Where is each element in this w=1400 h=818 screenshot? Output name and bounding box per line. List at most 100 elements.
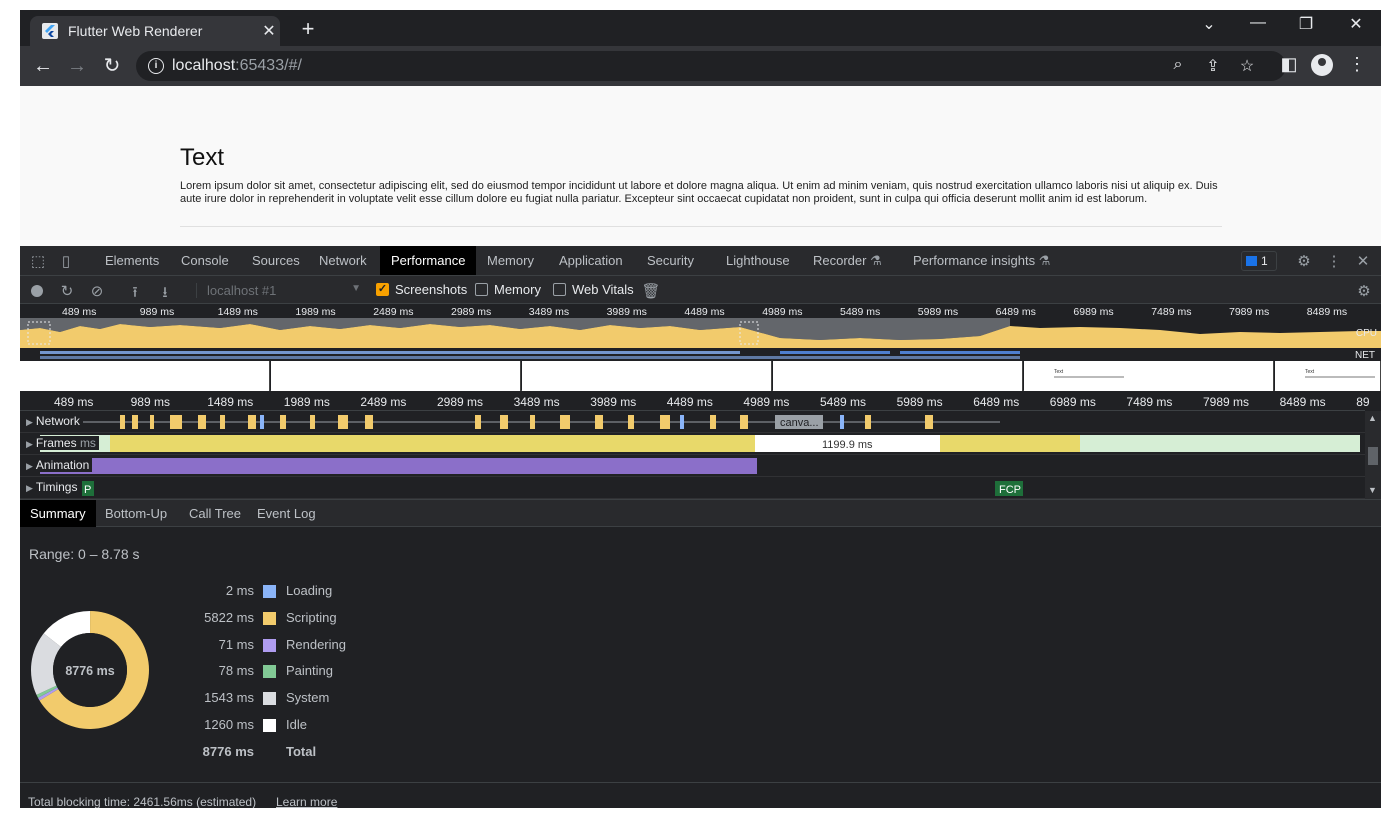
browser-tab[interactable]: Flutter Web Renderer ✕ [30,16,280,46]
overview-tick-label: 7489 ms [1151,306,1192,318]
overview-tick-label: 489 ms [62,306,97,318]
timeline-flamechart[interactable]: 489 ms 989 ms 1489 ms 1989 ms 2489 ms 2989 ms… [20,391,1381,499]
animation-track[interactable]: ▶ Animation [20,455,1365,477]
tab-bottom-up[interactable]: Bottom-Up [95,500,177,527]
summary-value: 1543 ms [204,690,254,706]
reload-profile-icon[interactable]: ↻ [57,282,77,300]
details-tab-bar: Summary Bottom-Up Call Tree Event Log [20,499,1381,527]
frame-duration: 1199.9 ms [822,439,873,451]
summary-category: Loading [286,583,333,598]
reload-button[interactable]: ↻ [100,54,124,78]
web-vitals-checkbox[interactable] [553,283,566,296]
issues-badge[interactable]: 1 [1241,251,1277,271]
inspect-element-icon[interactable]: ⬚ [28,252,48,270]
timing-marker-fcp: FCP [999,484,1021,496]
url-text[interactable]: localhost:65433/#/ [172,57,302,75]
timeline-tick-label: 4489 ms [666,395,713,409]
frames-track-label[interactable]: ▶ Frames ms [26,436,99,450]
tab-performance[interactable]: Performance [380,246,477,275]
animation-track-label[interactable]: ▶ Animation [26,458,93,472]
tab-recorder[interactable]: Recorder ⚗ [802,246,893,275]
tab-call-tree[interactable]: Call Tree [179,500,251,527]
forward-button[interactable]: → [65,54,89,78]
bookmark-star-icon[interactable]: ☆ [1237,56,1257,76]
tab-network[interactable]: Network [308,246,378,275]
tab-security[interactable]: Security [636,246,705,275]
memory-label: Memory [494,282,541,297]
experimental-flask-icon: ⚗ [1035,253,1051,268]
timeline-tick-label: 5989 ms [896,395,943,409]
timeline-overview[interactable]: 489 ms 989 ms 1489 ms 1989 ms 2489 ms 2989 ms… [20,304,1381,391]
timings-bars: P FCP [82,481,1023,496]
summary-value: 1260 ms [204,717,254,732]
share-icon[interactable]: ⇪ [1203,56,1223,76]
profile-avatar-icon[interactable] [1311,54,1333,76]
filmstrip-frame [20,361,270,391]
summary-value: 5822 ms [204,609,254,625]
site-info-icon[interactable]: i [148,58,164,74]
address-bar[interactable]: i localhost:65433/#/ ⌕ ⇪ ☆ [136,51,1286,81]
settings-gear-icon[interactable]: ⚙ [1294,252,1314,270]
window-close-button[interactable]: ✕ [1341,14,1371,34]
learn-more-link[interactable]: Learn more [276,795,337,808]
scroll-thumb[interactable] [1368,447,1378,465]
browser-window: Flutter Web Renderer ✕ + ⌄ — ❐ ✕ ← → ↻ i… [20,10,1381,808]
summary-row-loading: 2 ms Loading [20,581,420,601]
back-button[interactable]: ← [31,54,55,78]
tab-search-icon[interactable]: ⌄ [1194,14,1224,34]
total-blocking-time: Total blocking time: 2461.56ms (estimate… [28,795,257,808]
scroll-down-icon[interactable]: ▼ [1368,485,1377,495]
devtools-tab-bar: ⬚ ▯ Elements Console Sources Network Perform… [20,246,1381,276]
page-paragraph: Lorem ipsum dolor sit amet, consectetur … [180,180,1218,205]
new-tab-button[interactable]: + [296,16,320,42]
network-track-label[interactable]: ▶ Network [26,414,83,428]
range-label: Range: 0 – 8.78 s [29,546,140,562]
trash-icon[interactable]: 🗑 [641,282,661,300]
clear-icon[interactable]: ⊘ [87,282,107,300]
device-toolbar-icon[interactable]: ▯ [56,252,76,270]
overview-tick-label: 6489 ms [995,306,1036,318]
tab-event-log[interactable]: Event Log [247,500,326,527]
profile-select[interactable]: localhost #1 ▼ [196,283,361,298]
screenshots-checkbox[interactable]: ✓ [376,283,389,296]
timeline-tick-label: 3489 ms [513,395,560,409]
tab-lighthouse[interactable]: Lighthouse [715,246,801,275]
side-panel-icon[interactable]: ◧ [1277,54,1301,75]
tab-summary[interactable]: Summary [20,500,96,527]
timeline-tick-label: 5489 ms [820,395,867,409]
timings-track[interactable]: P FCP ▶ Timings [20,477,1365,499]
timings-track-label[interactable]: ▶ Timings [26,480,81,494]
more-options-icon[interactable]: ⋮ [1324,252,1344,270]
zoom-icon[interactable]: ⌕ [1168,56,1188,74]
menu-icon[interactable]: ⋮ [1345,54,1369,75]
timeline-tick-label: 8489 ms [1279,395,1326,409]
scroll-up-icon[interactable]: ▲ [1368,413,1377,423]
tab-application[interactable]: Application [548,246,634,275]
cpu-chart [20,318,1381,348]
maximize-button[interactable]: ❐ [1291,14,1321,34]
timeline-scrollbar[interactable]: ▲ ▼ [1365,411,1381,499]
close-devtools-icon[interactable]: ✕ [1353,252,1373,270]
tab-close-icon[interactable]: ✕ [258,21,280,41]
divider [180,226,1222,227]
filmstrip-frame [271,361,521,391]
summary-swatch [263,638,276,652]
tab-performance-insights[interactable]: Performance insights ⚗ [902,246,1061,275]
tab-elements[interactable]: Elements [94,246,170,275]
overview-tick-label: 5489 ms [840,306,881,318]
overview-tick-label: 3989 ms [606,306,647,318]
animation-bar [40,458,757,474]
memory-checkbox[interactable] [475,283,488,296]
devtools-panel: ⬚ ▯ Elements Console Sources Network Perform… [20,246,1381,808]
minimize-button[interactable]: — [1243,14,1273,32]
capture-settings-icon[interactable]: ⚙ [1354,282,1374,300]
title-bar: Flutter Web Renderer ✕ + ⌄ — ❐ ✕ [20,10,1381,46]
record-button[interactable] [31,285,43,297]
timeline-tick-label: 7989 ms [1203,395,1250,409]
frames-track[interactable]: 1199.9 ms ▶ Frames ms [20,433,1365,455]
tab-memory[interactable]: Memory [476,246,545,275]
filmstrip-frame [522,361,772,391]
network-track[interactable]: canva... ▶ Network [20,411,1365,433]
tab-console[interactable]: Console [170,246,240,275]
tab-sources[interactable]: Sources [241,246,311,275]
